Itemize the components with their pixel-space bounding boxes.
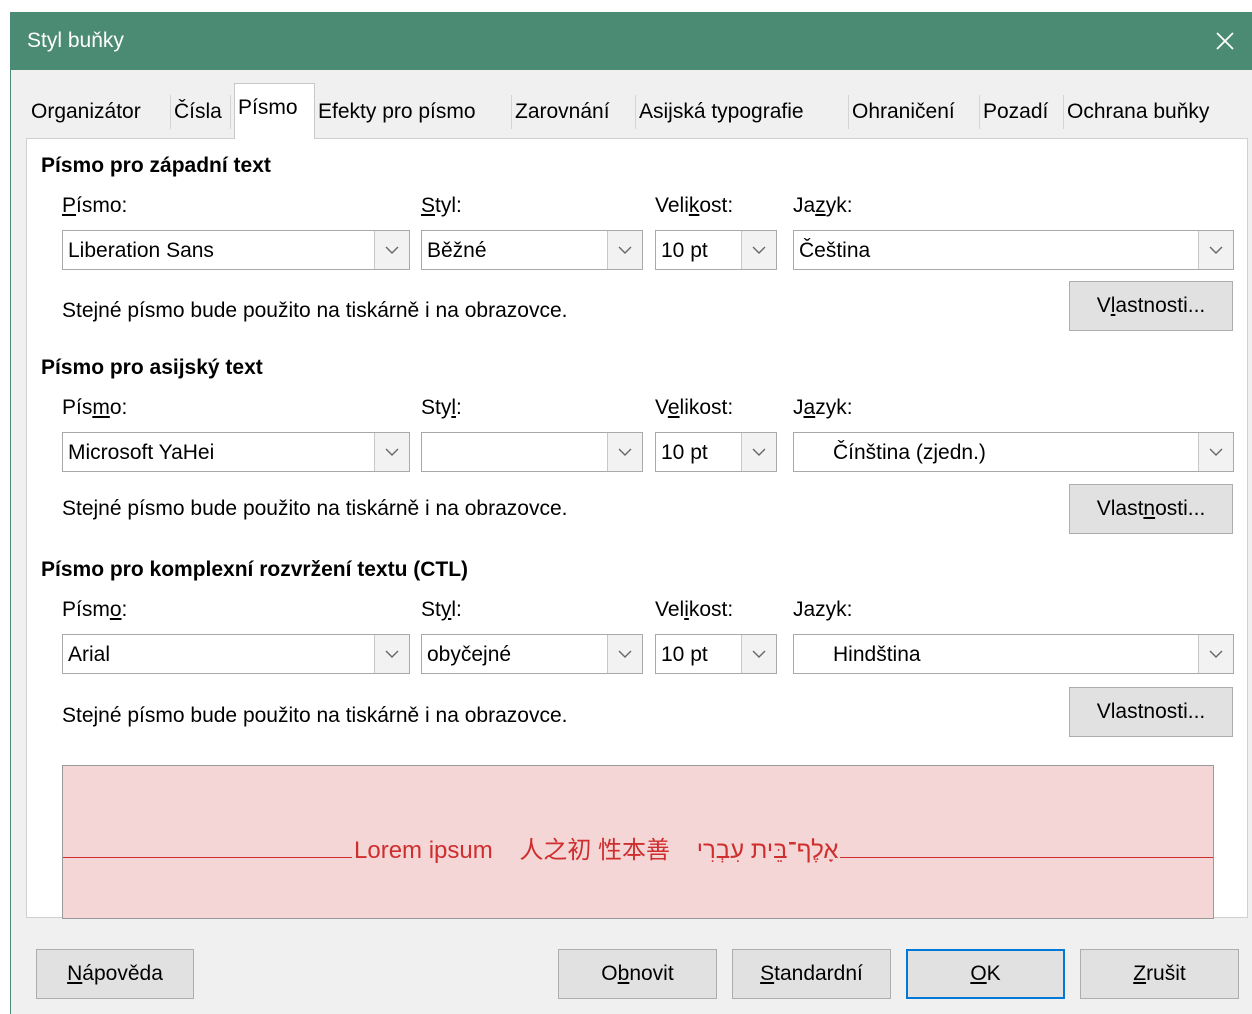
chevron-down-icon[interactable] [607,231,642,269]
ctl-info-text: Stejné písmo bude použito na tiskárně i … [62,704,568,727]
ctl-language-label: Jazyk: [793,598,853,621]
cancel-button[interactable]: Zrušit [1080,949,1239,999]
chevron-down-icon[interactable] [1198,433,1233,471]
asian-font-combobox[interactable]: Microsoft YaHei [62,432,410,472]
tab-background[interactable]: Pozadí [980,95,1064,129]
western-size-value: 10 pt [661,239,708,262]
asian-size-value: 10 pt [661,441,708,464]
asian-size-label: Velikost: [655,396,734,419]
chevron-down-icon[interactable] [374,635,409,673]
tab-cell-protection[interactable]: Ochrana buňky [1064,95,1243,129]
tab-font[interactable]: Písmo [234,83,315,139]
western-language-value: Čeština [799,239,871,262]
tab-asian-typography[interactable]: Asijská typografie [636,95,849,129]
dialog-title: Styl buňky [27,29,124,52]
ctl-style-value: obyčejné [427,643,512,666]
asian-section-title: Písmo pro asijský text [41,356,263,379]
ctl-font-value: Arial [68,643,111,666]
western-style-combobox[interactable]: Běžné [421,230,643,270]
ctl-size-combobox[interactable]: 10 pt [655,634,777,674]
ctl-size-value: 10 pt [661,643,708,666]
preview-asian-text: 人之初 性本善 [519,837,671,864]
font-tab-panel: Písmo pro západní text Písmo: Styl: Veli… [26,138,1248,919]
ctl-language-combobox[interactable]: Hindština [793,634,1234,674]
close-icon [1216,32,1234,50]
chevron-down-icon[interactable] [741,231,776,269]
tab-borders[interactable]: Ohraničení [849,95,980,129]
western-size-combobox[interactable]: 10 pt [655,230,777,270]
asian-font-label: Písmo: [62,396,128,419]
standard-button[interactable]: Standardní [732,949,891,999]
chevron-down-icon[interactable] [741,635,776,673]
tab-font-effects[interactable]: Efekty pro písmo [315,95,512,129]
close-button[interactable] [1197,12,1252,70]
western-font-label: Písmo: [62,194,128,217]
western-language-label: Jazyk: [793,194,853,217]
asian-properties-button[interactable]: Vlast n osti... [1069,484,1233,534]
ctl-font-label: Písmo: [62,598,128,621]
chevron-down-icon[interactable] [374,231,409,269]
western-style-value: Běžné [427,239,487,262]
chevron-down-icon[interactable] [1198,635,1233,673]
preview-ctl-text: אָלֶף־בֵּית עִבְרִי [696,837,839,864]
asian-info-text: Stejné písmo bude použito na tiskárně i … [62,497,568,520]
ctl-style-label: Styl: [421,598,462,621]
ctl-size-label: Velikost: [655,598,734,621]
western-size-label: Velikost: [655,194,734,217]
ok-button[interactable]: OK [906,949,1065,999]
tab-alignment[interactable]: Zarovnání [512,95,636,129]
western-info-text: Stejné písmo bude použito na tiskárně i … [62,299,568,322]
font-preview: Lorem ipsum 人之初 性本善 אָלֶף־בֵּית עִבְרִי [62,765,1214,919]
western-language-combobox[interactable]: Čeština [793,230,1234,270]
asian-font-value: Microsoft YaHei [68,441,215,464]
ctl-language-value: Hindština [833,643,921,666]
title-bar: Styl buňky [11,12,1252,70]
cell-style-dialog: Styl buňky Organizátor Čísla Písmo Efekt… [10,12,1252,1014]
chevron-down-icon[interactable] [607,433,642,471]
tab-numbers[interactable]: Čísla [171,95,231,129]
asian-language-value: Čínština (zjedn.) [833,441,986,464]
ctl-properties-button[interactable]: Vlastnosti... [1069,687,1233,737]
asian-language-label: Jazyk: [793,396,853,419]
ctl-font-combobox[interactable]: Arial [62,634,410,674]
chevron-down-icon[interactable] [374,433,409,471]
asian-style-label: Styl: [421,396,462,419]
western-style-label: Styl: [421,194,462,217]
chevron-down-icon[interactable] [741,433,776,471]
ctl-style-combobox[interactable]: obyčejné [421,634,643,674]
tab-organizer[interactable]: Organizátor [28,95,171,129]
western-properties-button[interactable]: Vl astnosti... [1069,281,1233,331]
chevron-down-icon[interactable] [1198,231,1233,269]
preview-sample-text: Lorem ipsum 人之初 性本善 אָלֶף־בֵּית עִבְרִי [352,830,841,865]
asian-style-combobox[interactable] [421,432,643,472]
preview-western-text: Lorem ipsum [354,837,493,864]
chevron-down-icon[interactable] [607,635,642,673]
ctl-section-title: Písmo pro komplexní rozvržení textu (CTL… [41,558,469,581]
help-button[interactable]: Nápověda [36,949,194,999]
asian-language-combobox[interactable]: Čínština (zjedn.) [793,432,1234,472]
western-font-value: Liberation Sans [68,239,214,262]
western-font-combobox[interactable]: Liberation Sans [62,230,410,270]
reset-button[interactable]: Ob novit [558,949,717,999]
asian-size-combobox[interactable]: 10 pt [655,432,777,472]
western-section-title: Písmo pro západní text [41,154,271,177]
